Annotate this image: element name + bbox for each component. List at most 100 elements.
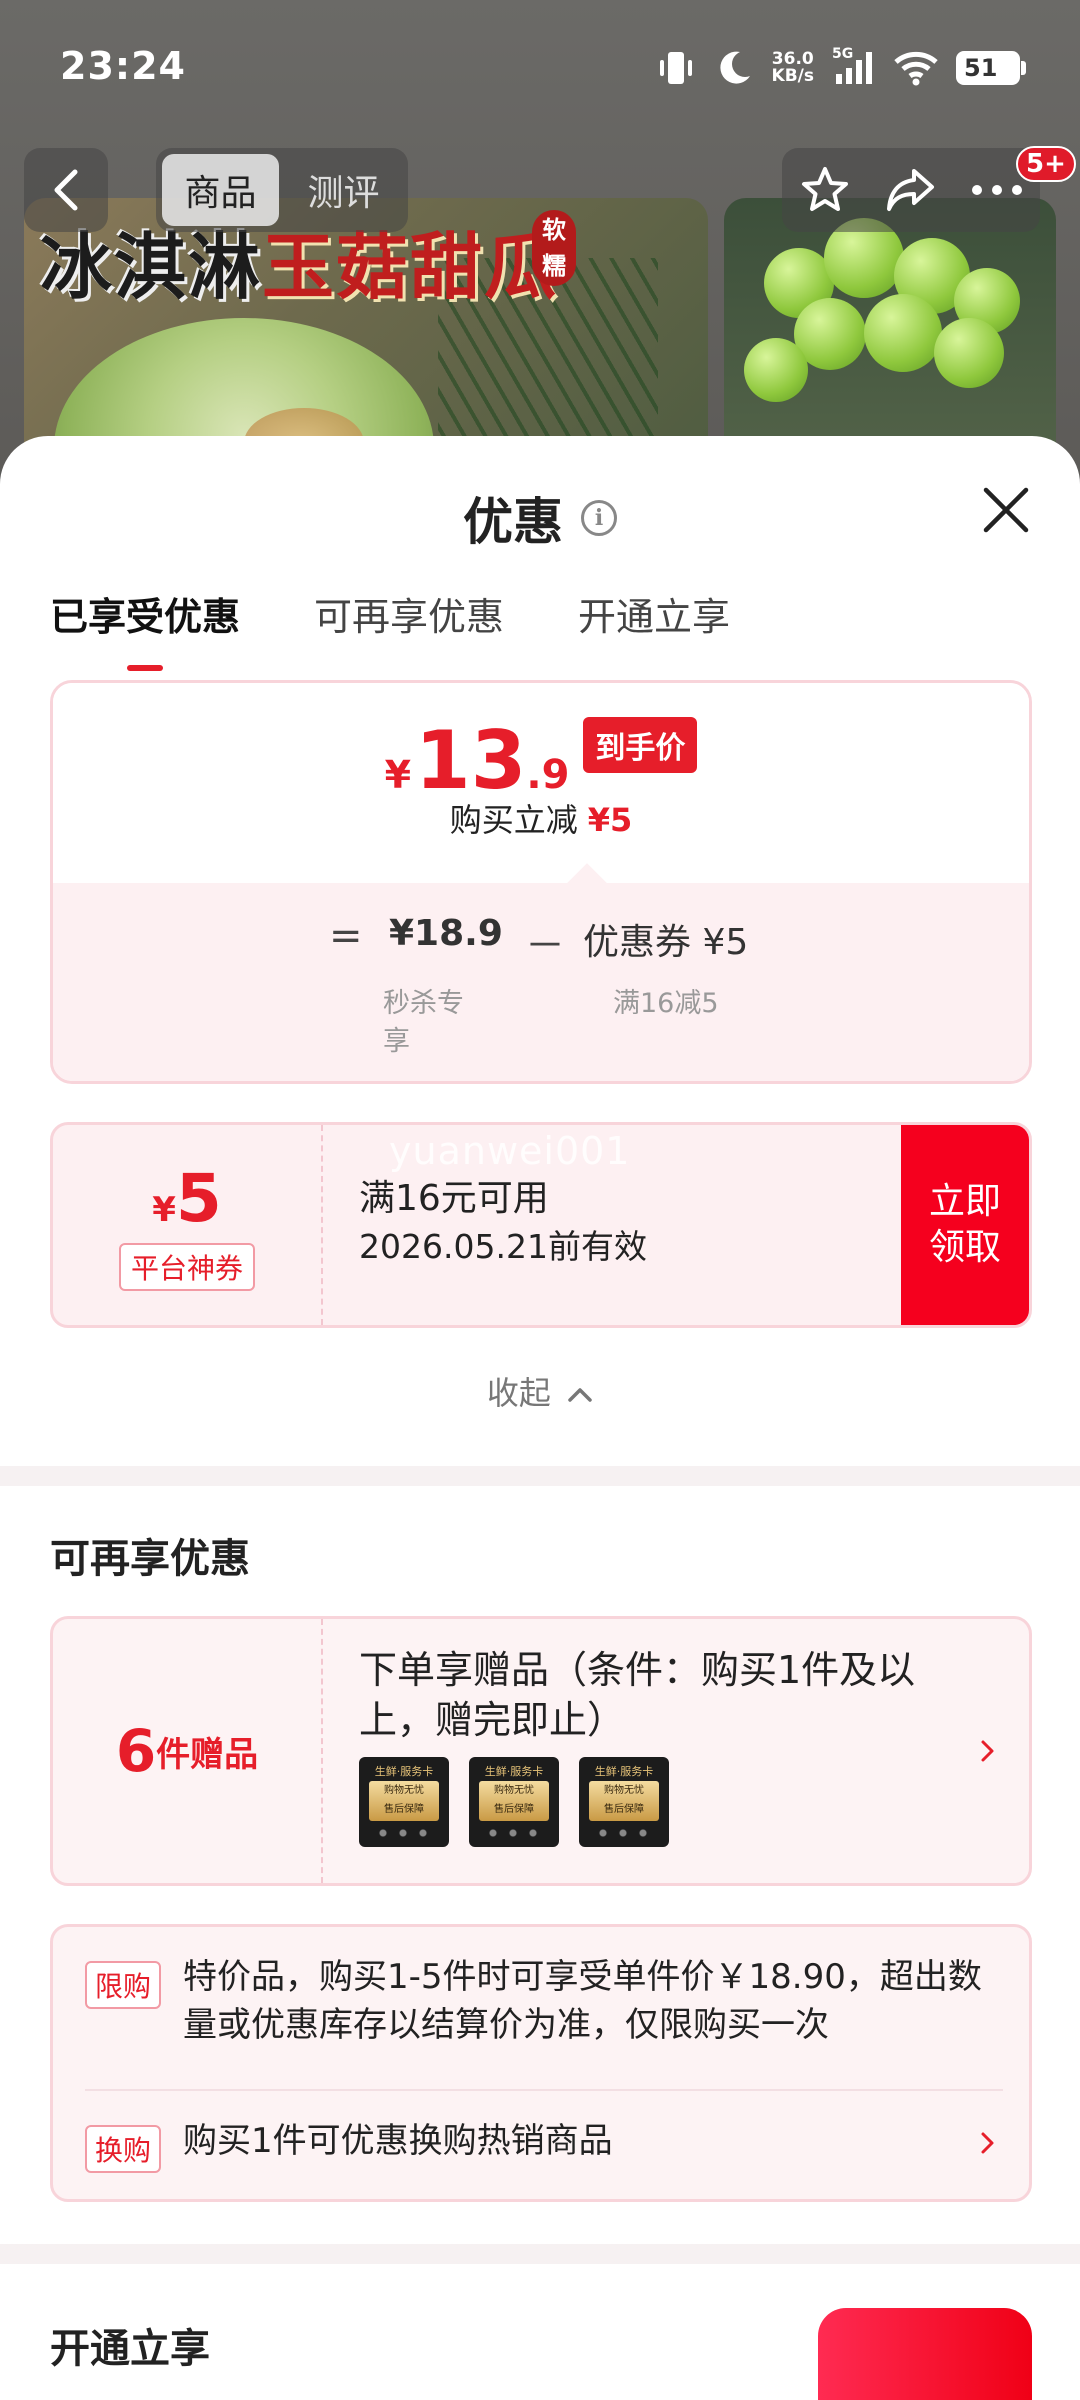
exchange-purchase-row[interactable]: 换购 购买1件可优惠换购热销商品 xyxy=(53,2091,1029,2201)
vibrate-icon xyxy=(659,52,692,84)
gift-thumbnail: 生鲜·服务卡 购物无忧售后保障 xyxy=(579,1757,669,1847)
gift-thumb-line: 购物无忧 xyxy=(604,1785,644,1796)
gift-count-unit: 件赠品 xyxy=(156,1734,259,1775)
gift-offer-card[interactable]: 6 件赠品 下单享赠品（条件：购买1件及以上，赠完即止） 生鲜·服务卡 购物无忧售… xyxy=(50,1616,1032,1886)
coupon-type-badge: 平台神券 xyxy=(118,1242,255,1291)
purchase-reduction: 购买立减 ¥5 xyxy=(53,795,1029,841)
chevron-up-icon xyxy=(568,1388,592,1402)
tab-enjoyed-discounts[interactable]: 已享受优惠 xyxy=(50,586,240,671)
gift-count-value: 6 xyxy=(115,1717,157,1785)
coupon-currency: ¥ xyxy=(152,1189,176,1230)
favorite-button[interactable] xyxy=(795,160,855,220)
coupon-validity: 2026.05.21前有效 xyxy=(359,1227,647,1266)
share-button[interactable] xyxy=(881,160,941,220)
activate-button[interactable] xyxy=(818,2308,1032,2400)
coupon-amount-value: 5 xyxy=(175,1159,222,1237)
tab-activate-discounts[interactable]: 开通立享 xyxy=(578,586,730,671)
gift-thumb-line: 购物无忧 xyxy=(384,1785,424,1796)
gift-thumb-icons xyxy=(483,1827,545,1839)
message-count-badge: 5+ xyxy=(1016,146,1076,182)
melon-ball-graphic xyxy=(744,338,808,402)
more-icon xyxy=(972,185,1022,195)
info-icon[interactable]: i xyxy=(581,500,617,536)
close-button[interactable] xyxy=(976,480,1036,540)
price-integer: 13 xyxy=(415,714,527,807)
gift-thumb-label: 购物无忧 售后保障 xyxy=(369,1781,439,1821)
reduction-label: 购买立减 xyxy=(449,801,578,839)
melon-ball-graphic xyxy=(864,294,942,372)
status-time: 23:24 xyxy=(60,44,186,88)
gift-thumb-title: 生鲜·服务卡 xyxy=(374,1765,434,1778)
gift-thumbnail: 生鲜·服务卡 购物无忧 售后保障 xyxy=(469,1757,559,1847)
limit-purchase-tag: 限购 xyxy=(85,1961,162,2009)
gift-thumb-title: 生鲜·服务卡 xyxy=(484,1765,544,1778)
gift-thumb-line: 售后保障 xyxy=(384,1804,424,1815)
cellular-signal: 5G xyxy=(832,46,876,86)
product-nav-actions xyxy=(782,148,1040,232)
coupon-amount: ¥5 xyxy=(152,1160,222,1237)
chevron-right-icon xyxy=(981,1740,994,1762)
more-offers-title: 可再享优惠 xyxy=(50,1536,250,1582)
equals-sign: = xyxy=(329,913,363,959)
melon-ball-graphic xyxy=(934,318,1004,388)
minus-sign: － xyxy=(525,923,565,969)
original-price: ¥18.9 xyxy=(389,913,503,954)
sheet-title: 优惠 xyxy=(463,493,563,551)
reduction-value: ¥5 xyxy=(587,801,633,839)
final-price-section: ¥ 13 .9 到手价 购买立减 ¥5 xyxy=(53,683,1029,883)
gift-thumb-icons xyxy=(373,1827,435,1839)
cellular-type-label: 5G xyxy=(832,46,854,62)
product-nav-tabs: 商品 测评 xyxy=(156,148,408,232)
tab-reviews[interactable]: 测评 xyxy=(285,154,402,226)
gift-thumb-line: 购物无忧 xyxy=(494,1785,534,1796)
claim-coupon-button[interactable]: 立即领取 xyxy=(901,1125,1029,1325)
chevron-right-icon xyxy=(981,2132,994,2154)
status-icons: 36.0 KB/s 5G 51 xyxy=(656,46,1026,88)
user-watermark: yuanwei001 xyxy=(389,1129,631,1173)
original-price-note: 秒杀专享 xyxy=(383,988,464,1057)
wifi-icon xyxy=(894,51,938,86)
gift-thumb-label: 购物无忧 售后保障 xyxy=(589,1781,659,1821)
claim-coupon-label: 立即领取 xyxy=(928,1181,1001,1268)
final-price-tag: 到手价 xyxy=(583,717,698,773)
gift-thumbnails: 生鲜·服务卡 购物无忧 售后保障 生鲜·服务卡 购物无忧 售后保障 生鲜·服务卡 购… xyxy=(359,1757,669,1847)
exchange-purchase-tag: 换购 xyxy=(85,2125,162,2173)
battery-indicator: 51 xyxy=(956,51,1026,85)
back-button[interactable] xyxy=(24,148,108,232)
price-currency: ¥ xyxy=(384,753,412,797)
tab-product[interactable]: 商品 xyxy=(162,154,279,226)
moon-icon xyxy=(719,51,750,84)
tab-more-discounts[interactable]: 可再享优惠 xyxy=(314,586,504,671)
collapse-button[interactable]: 收起 xyxy=(0,1368,1080,1414)
open-section-title: 开通立享 xyxy=(50,2326,210,2372)
product-page-background: 冰淇淋玉菇甜瓜 软糯 商品 测评 5+ 23:24 36.0 KB/s 5G 5… xyxy=(0,0,1080,488)
section-divider xyxy=(0,1466,1080,1486)
price-decimal: .9 xyxy=(526,752,570,798)
status-bar: 23:24 36.0 KB/s 5G 51 xyxy=(0,0,1080,140)
gift-thumbnail: 生鲜·服务卡 购物无忧售后保障 xyxy=(359,1757,449,1847)
banner-text-black: 冰淇淋 xyxy=(40,224,263,309)
section-divider xyxy=(0,2244,1080,2264)
share-icon xyxy=(887,169,934,211)
final-price-card: ¥ 13 .9 到手价 购买立减 ¥5 = ¥18.9 － 优惠券 ¥5 秒杀专享… xyxy=(50,680,1032,1084)
coupon-condition: 满16元可用 xyxy=(359,1178,549,1219)
banner-soft-badge: 软糯 xyxy=(532,210,576,286)
collapse-label: 收起 xyxy=(486,1374,551,1412)
exchange-purchase-text: 购买1件可优惠换购热销商品 xyxy=(183,2121,613,2161)
network-speed: 36.0 KB/s xyxy=(772,51,814,85)
limit-purchase-text: 特价品，购买1-5件时可享受单件价￥18.90，超出数量或优惠库存以结算价为准，… xyxy=(183,1957,982,2045)
gift-thumb-title: 生鲜·服务卡 xyxy=(594,1765,654,1778)
star-icon xyxy=(802,167,848,211)
gift-count: 6 件赠品 xyxy=(53,1619,323,1883)
coupon-details: 满16元可用 2026.05.21前有效 xyxy=(359,1175,647,1271)
coupon-deduction: 优惠券 ¥5 xyxy=(583,922,749,963)
discount-tabs: 已享受优惠 可再享优惠 开通立享 xyxy=(50,586,730,671)
gift-thumb-label: 购物无忧 售后保障 xyxy=(479,1781,549,1821)
final-price: ¥ 13 .9 到手价 xyxy=(53,714,1029,807)
platform-coupon: ¥5 平台神券 yuanwei001 满16元可用 2026.05.21前有效 … xyxy=(50,1122,1032,1328)
gift-thumb-line: 售后保障 xyxy=(604,1804,644,1815)
banner-text-red: 玉菇甜瓜 xyxy=(262,224,559,309)
sheet-header: 优惠 i xyxy=(0,482,1080,554)
gift-thumb-icons xyxy=(593,1827,655,1839)
back-icon xyxy=(54,169,78,211)
